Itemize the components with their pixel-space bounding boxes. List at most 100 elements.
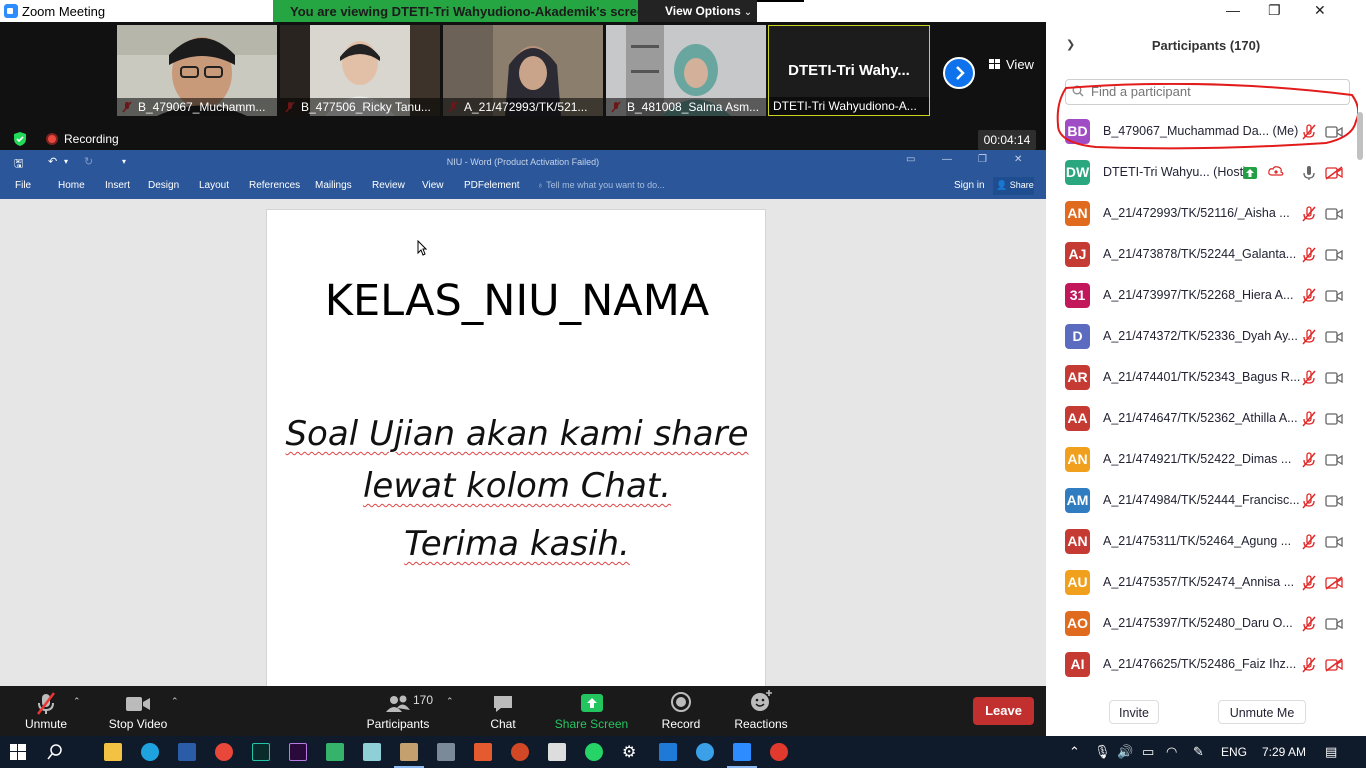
unmute-button[interactable]: Unmute xyxy=(16,686,76,736)
participant-row[interactable]: 31 A_21/473997/TK/52268_Hiera A... xyxy=(1046,274,1356,315)
participant-row[interactable]: AO A_21/475397/TK/52480_Daru O... xyxy=(1046,602,1356,643)
minimize-icon[interactable]: — xyxy=(1226,2,1240,18)
video-camera-icon[interactable] xyxy=(1325,617,1343,636)
video-off-icon[interactable] xyxy=(1325,166,1343,185)
whatsapp-icon[interactable] xyxy=(585,743,603,761)
zoom-taskbar-icon[interactable] xyxy=(733,743,751,761)
participant-row[interactable]: AN A_21/474921/TK/52422_Dimas ... xyxy=(1046,438,1356,479)
recording-label: Recording xyxy=(64,132,119,146)
participant-row[interactable]: AI A_21/476625/TK/52486_Faiz Ihz... xyxy=(1046,643,1356,684)
pdf-icon[interactable] xyxy=(474,743,492,761)
video-thumbnail-host[interactable]: DTETI-Tri Wahy... DTETI-Tri Wahyudiono-A… xyxy=(768,25,930,116)
video-off-icon[interactable] xyxy=(1325,658,1343,677)
record-button[interactable]: Record xyxy=(656,686,706,736)
audio-options-caret-icon[interactable]: ⌃ xyxy=(73,696,81,707)
restore-icon[interactable]: ❐ xyxy=(1268,2,1281,19)
video-options-caret-icon[interactable]: ⌃ xyxy=(171,696,179,707)
app-icon[interactable] xyxy=(548,743,566,761)
video-off-icon[interactable] xyxy=(1325,576,1343,595)
invite-button[interactable]: Invite xyxy=(1109,700,1159,724)
app-icon[interactable] xyxy=(400,743,418,761)
participant-row[interactable]: AU A_21/475357/TK/52474_Annisa ... xyxy=(1046,561,1356,602)
participant-row[interactable]: AM A_21/474984/TK/52444_Francisc... xyxy=(1046,479,1356,520)
tray-mic-icon[interactable]: 🎙 xyxy=(1094,744,1111,760)
panel-footer: Invite Unmute Me xyxy=(1046,692,1366,732)
muted-mic-icon[interactable] xyxy=(1301,616,1317,637)
participant-row[interactable]: AR A_21/474401/TK/52343_Bagus R... xyxy=(1046,356,1356,397)
participant-row[interactable]: D A_21/474372/TK/52336_Dyah Ay... xyxy=(1046,315,1356,356)
mic-on-icon[interactable] xyxy=(1301,165,1317,186)
thumbnail-name: A_21/472993/TK/521... xyxy=(443,98,603,116)
participant-row[interactable]: AN A_21/475311/TK/52464_Agung ... xyxy=(1046,520,1356,561)
video-camera-icon[interactable] xyxy=(1325,330,1343,349)
participant-row[interactable]: AN A_21/472993/TK/52116/_Aisha ... xyxy=(1046,192,1356,233)
chrome-icon[interactable] xyxy=(215,743,233,761)
muted-mic-icon[interactable] xyxy=(1301,575,1317,596)
clock[interactable]: 7:29 AM xyxy=(1262,745,1306,759)
view-options-button[interactable]: View Options ⌄ xyxy=(638,0,757,22)
volume-icon[interactable]: 🔊 xyxy=(1117,744,1133,760)
battery-icon[interactable]: ▭ xyxy=(1142,744,1154,760)
view-layout-button[interactable]: View xyxy=(982,53,1037,77)
video-camera-icon[interactable] xyxy=(1325,412,1343,431)
participant-row[interactable]: DW DTETI-Tri Wahyu... (Host) xyxy=(1046,151,1356,192)
powerpoint-icon[interactable] xyxy=(511,743,529,761)
settings-gear-icon[interactable]: ⚙ xyxy=(622,742,640,761)
avatar: 31 xyxy=(1065,283,1090,308)
stop-video-button[interactable]: Stop Video xyxy=(104,686,172,736)
share-screen-button[interactable]: Share Screen xyxy=(553,686,630,736)
taskbar-search-icon[interactable] xyxy=(47,744,63,760)
audition-icon[interactable] xyxy=(252,743,270,761)
muted-mic-icon[interactable] xyxy=(1301,329,1317,350)
edge-browser-icon[interactable] xyxy=(141,743,159,761)
video-camera-icon[interactable] xyxy=(1325,207,1343,226)
participant-row[interactable]: AA A_21/474647/TK/52362_Athilla A... xyxy=(1046,397,1356,438)
reactions-button[interactable]: Reactions xyxy=(731,686,791,736)
security-shield-icon[interactable] xyxy=(12,131,28,147)
notepad-icon[interactable] xyxy=(363,743,381,761)
participants-button[interactable]: 170 Participants xyxy=(366,686,433,736)
video-thumbnail[interactable]: B_479067_Muchamm... xyxy=(117,25,277,116)
wifi-icon[interactable]: ◠ xyxy=(1166,744,1177,760)
muted-mic-icon[interactable] xyxy=(1301,206,1317,227)
video-thumbnail[interactable]: A_21/472993/TK/521... xyxy=(443,25,603,116)
app-icon[interactable] xyxy=(696,743,714,761)
video-camera-icon[interactable] xyxy=(1325,535,1343,554)
file-explorer-icon[interactable] xyxy=(104,743,122,761)
windows-start-icon[interactable] xyxy=(10,744,26,760)
app-icon[interactable] xyxy=(437,743,455,761)
close-icon[interactable]: ✕ xyxy=(1314,2,1326,19)
muted-mic-icon[interactable] xyxy=(1301,493,1317,514)
video-camera-icon[interactable] xyxy=(1325,248,1343,267)
muted-mic-icon[interactable] xyxy=(1301,534,1317,555)
mail-icon[interactable] xyxy=(659,743,677,761)
notification-icon[interactable]: ▤ xyxy=(1325,744,1337,760)
video-thumbnail[interactable]: B_477506_Ricky Tanu... xyxy=(280,25,440,116)
video-camera-icon[interactable] xyxy=(1325,494,1343,513)
unmute-me-button[interactable]: Unmute Me xyxy=(1218,700,1306,724)
premiere-icon[interactable] xyxy=(289,743,307,761)
next-page-button[interactable] xyxy=(943,57,975,89)
pen-icon[interactable]: ✎ xyxy=(1193,744,1204,760)
muted-mic-icon[interactable] xyxy=(1301,370,1317,391)
scrollbar[interactable] xyxy=(1357,112,1363,160)
participant-row[interactable]: AJ A_21/473878/TK/52244_Galanta... xyxy=(1046,233,1356,274)
muted-mic-icon[interactable] xyxy=(1301,657,1317,678)
language-indicator[interactable]: ENG xyxy=(1221,745,1247,759)
app-icon[interactable] xyxy=(770,743,788,761)
word-window-title: NIU - Word (Product Activation Failed) xyxy=(446,157,600,167)
store-icon[interactable] xyxy=(178,743,196,761)
muted-mic-icon[interactable] xyxy=(1301,288,1317,309)
muted-mic-icon[interactable] xyxy=(1301,411,1317,432)
leave-button[interactable]: Leave xyxy=(973,697,1034,725)
chat-button[interactable]: Chat xyxy=(478,686,528,736)
video-camera-icon[interactable] xyxy=(1325,371,1343,390)
muted-mic-icon[interactable] xyxy=(1301,247,1317,268)
tray-expand-icon[interactable]: ⌃ xyxy=(1069,744,1080,760)
muted-mic-icon[interactable] xyxy=(1301,452,1317,473)
app-icon[interactable] xyxy=(326,743,344,761)
video-camera-icon[interactable] xyxy=(1325,289,1343,308)
video-camera-icon[interactable] xyxy=(1325,453,1343,472)
participants-options-caret-icon[interactable]: ⌃ xyxy=(446,696,454,707)
video-thumbnail[interactable]: B_481008_Salma Asm... xyxy=(606,25,766,116)
